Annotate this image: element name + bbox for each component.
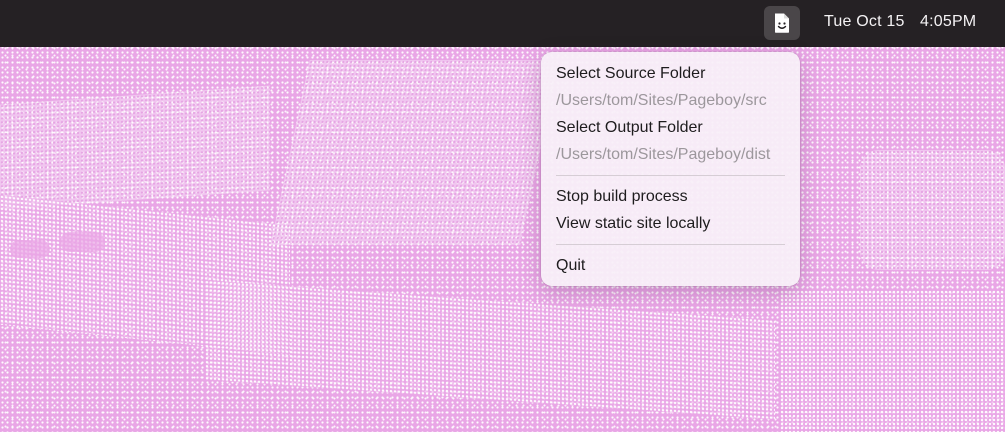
menu-item-stop-build-process[interactable]: Stop build process (556, 188, 688, 206)
menu-bar: Tue Oct 15 4:05PM (0, 0, 1005, 47)
wallpaper-keyboard-shape (205, 280, 775, 420)
menu-separator (556, 175, 785, 176)
menu-separator (556, 244, 785, 245)
wallpaper-desk-shape (780, 290, 1005, 432)
desktop-wallpaper (0, 0, 1005, 432)
wallpaper-mouse-shape (860, 150, 1005, 270)
menu-item-quit[interactable]: Quit (556, 257, 585, 275)
menubar-app-button[interactable] (764, 6, 800, 40)
wallpaper-monitor-shape (0, 85, 270, 210)
menu-item-select-source-folder[interactable]: Select Source Folder (556, 65, 705, 83)
document-smiley-icon (775, 13, 789, 33)
menu-item-source-path: /Users/tom/Sites/Pageboy/src (556, 92, 767, 109)
app-dropdown-menu: Select Source Folder /Users/tom/Sites/Pa… (541, 52, 800, 286)
wallpaper-screen-shape (270, 60, 560, 245)
menu-item-view-static-site[interactable]: View static site locally (556, 215, 710, 233)
menubar-date[interactable]: Tue Oct 15 (824, 13, 905, 31)
menubar-time[interactable]: 4:05PM (920, 13, 976, 31)
wallpaper-slot-left (10, 240, 50, 258)
wallpaper-slot-right (60, 232, 105, 252)
menu-item-output-path: /Users/tom/Sites/Pageboy/dist (556, 146, 771, 163)
menu-item-select-output-folder[interactable]: Select Output Folder (556, 119, 703, 137)
